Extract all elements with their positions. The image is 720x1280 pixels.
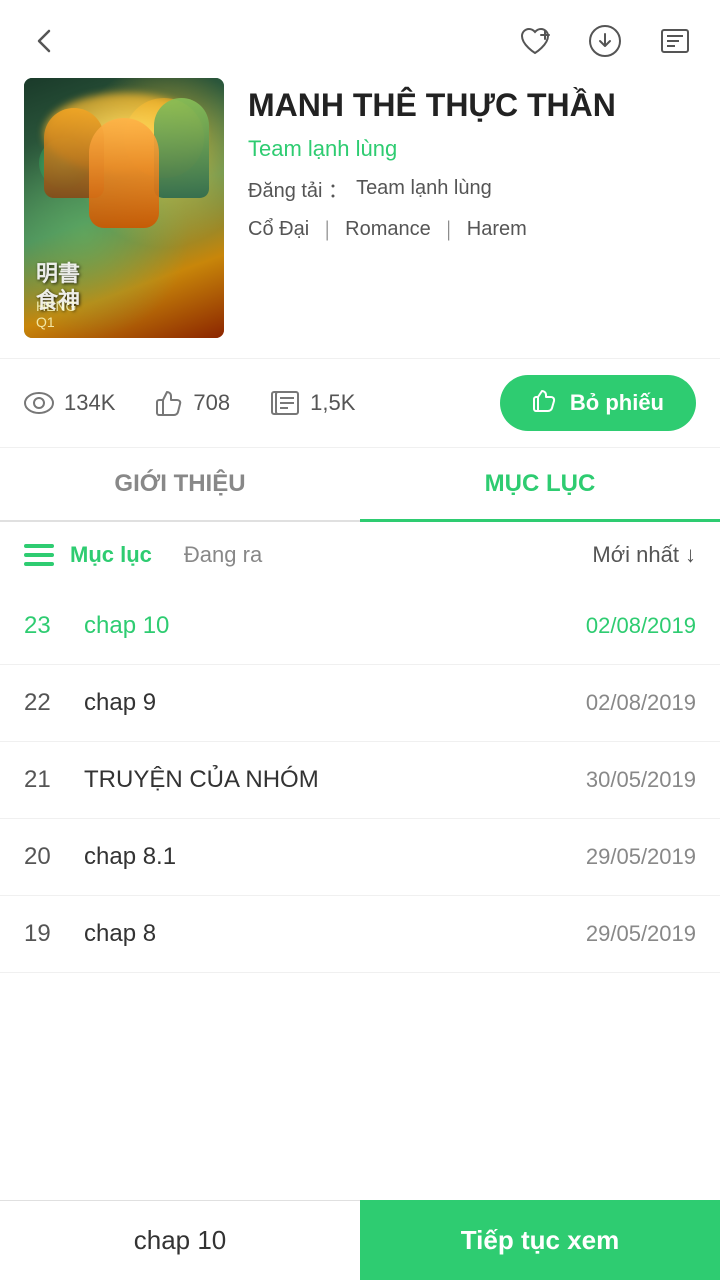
vote-btn-label: Bỏ phiếu bbox=[570, 390, 664, 416]
chapter-number: 20 bbox=[24, 843, 84, 871]
uploader-name: Team lạnh lùng bbox=[356, 177, 492, 200]
tab-intro-label: GIỚI THIỆU bbox=[114, 470, 245, 497]
chapter-date: 29/05/2019 bbox=[586, 921, 696, 947]
tab-intro[interactable]: GIỚI THIỆU bbox=[0, 448, 360, 520]
bottom-chapter-label: chap 10 bbox=[0, 1200, 360, 1280]
vote-button[interactable]: Bỏ phiếu bbox=[500, 375, 696, 431]
chapter-sort[interactable]: Mới nhất ↓ bbox=[592, 542, 696, 568]
book-uploader: Đăng tải ： Team lạnh lùng bbox=[248, 174, 696, 203]
book-details: MANH THÊ THỰC THẦN Team lạnh lùng Đăng t… bbox=[248, 78, 696, 338]
chapter-date: 02/08/2019 bbox=[586, 690, 696, 716]
chapter-name: chap 8.1 bbox=[84, 843, 586, 871]
tab-toc-label: MỤC LỤC bbox=[485, 470, 596, 497]
book-cover: 明書食神 HENGQ1 bbox=[24, 78, 224, 338]
likes-count: 708 bbox=[193, 390, 230, 416]
chapter-row[interactable]: 20chap 8.129/05/2019 bbox=[0, 819, 720, 896]
bookmark-icon bbox=[270, 390, 300, 416]
chapter-number: 23 bbox=[24, 612, 84, 640]
bottom-chapter-text: chap 10 bbox=[134, 1225, 227, 1256]
edit-icon[interactable] bbox=[654, 20, 696, 62]
tag-co-dai[interactable]: Cổ Đại bbox=[248, 218, 309, 241]
chapter-date: 29/05/2019 bbox=[586, 844, 696, 870]
likes-stat: 708 bbox=[155, 390, 230, 416]
chapter-name: chap 10 bbox=[84, 612, 586, 640]
book-info-section: 明書食神 HENGQ1 MANH THÊ THỰC THẦN Team lạnh… bbox=[0, 78, 720, 358]
book-tags: Cổ Đại ｜ Romance ｜ Harem bbox=[248, 215, 696, 244]
chapter-number: 19 bbox=[24, 920, 84, 948]
sort-label: Mới nhất bbox=[592, 542, 679, 568]
tag-divider-1: ｜ bbox=[317, 215, 337, 244]
chapter-list-header: Mục lục Đang ra Mới nhất ↓ bbox=[0, 522, 720, 588]
top-navigation bbox=[0, 0, 720, 78]
book-title: MANH THÊ THỰC THẦN bbox=[248, 86, 696, 124]
chapter-list: 23chap 1002/08/201922chap 902/08/201921T… bbox=[0, 588, 720, 973]
eye-icon bbox=[24, 391, 54, 415]
continue-btn-label: Tiếp tục xem bbox=[461, 1225, 619, 1256]
tab-bar: GIỚI THIỆU MỤC LỤC bbox=[0, 448, 720, 522]
chapter-name: chap 8 bbox=[84, 920, 586, 948]
chapter-filter-label[interactable]: Mục lục bbox=[70, 542, 152, 568]
chapter-row[interactable]: 21TRUYỆN CỦA NHÓM30/05/2019 bbox=[0, 742, 720, 819]
sort-icon: ↓ bbox=[685, 542, 696, 568]
like-icon[interactable] bbox=[514, 20, 556, 62]
chapter-date: 02/08/2019 bbox=[586, 613, 696, 639]
chapters-stat: 1,5K bbox=[270, 390, 355, 416]
chapter-name: chap 9 bbox=[84, 689, 586, 717]
chapters-count: 1,5K bbox=[310, 390, 355, 416]
vote-icon bbox=[532, 389, 560, 417]
bottom-bar: chap 10 Tiếp tục xem bbox=[0, 1200, 720, 1280]
back-button[interactable] bbox=[24, 20, 66, 62]
chapter-row[interactable]: 22chap 902/08/2019 bbox=[0, 665, 720, 742]
tag-divider-2: ｜ bbox=[439, 215, 459, 244]
upload-label: Đăng tải ： bbox=[248, 174, 348, 203]
chapter-status[interactable]: Đang ra bbox=[184, 542, 262, 568]
chapter-row[interactable]: 19chap 829/05/2019 bbox=[0, 896, 720, 973]
tag-romance[interactable]: Romance bbox=[345, 218, 431, 241]
download-icon[interactable] bbox=[584, 20, 626, 62]
book-team[interactable]: Team lạnh lùng bbox=[248, 136, 696, 162]
views-count: 134K bbox=[64, 390, 115, 416]
menu-icon[interactable] bbox=[24, 544, 54, 566]
stats-row: 134K 708 1,5K Bỏ phiếu bbox=[0, 358, 720, 448]
chapter-name: TRUYỆN CỦA NHÓM bbox=[84, 766, 586, 794]
chapter-row[interactable]: 23chap 1002/08/2019 bbox=[0, 588, 720, 665]
chapter-number: 22 bbox=[24, 689, 84, 717]
views-stat: 134K bbox=[24, 390, 115, 416]
chapter-date: 30/05/2019 bbox=[586, 767, 696, 793]
chapter-number: 21 bbox=[24, 766, 84, 794]
continue-reading-button[interactable]: Tiếp tục xem bbox=[360, 1200, 720, 1280]
tab-toc[interactable]: MỤC LỤC bbox=[360, 448, 720, 520]
thumb-up-icon bbox=[155, 390, 183, 416]
tag-harem[interactable]: Harem bbox=[467, 218, 527, 241]
